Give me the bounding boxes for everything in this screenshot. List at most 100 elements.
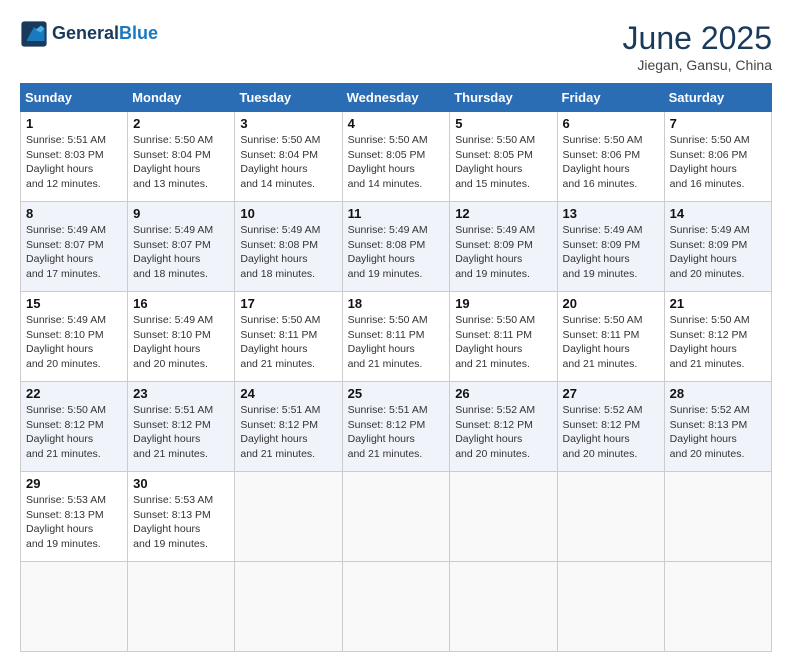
weekday-header-saturday: Saturday [664,84,771,112]
empty-day-cell [557,472,664,562]
calendar-day-cell: 8 Sunrise: 5:49 AM Sunset: 8:07 PM Dayli… [21,202,128,292]
day-number: 30 [133,476,229,491]
day-number: 15 [26,296,122,311]
calendar-day-cell: 21 Sunrise: 5:50 AM Sunset: 8:12 PM Dayl… [664,292,771,382]
calendar-week-row: 22 Sunrise: 5:50 AM Sunset: 8:12 PM Dayl… [21,382,772,472]
logo: GeneralBlue [20,20,158,48]
calendar-week-row: 15 Sunrise: 5:49 AM Sunset: 8:10 PM Dayl… [21,292,772,382]
day-number: 13 [563,206,659,221]
day-number: 2 [133,116,229,131]
logo-icon [20,20,48,48]
calendar-title-area: June 2025 Jiegan, Gansu, China [623,20,772,73]
empty-day-cell [557,562,664,652]
day-info: Sunrise: 5:51 AM Sunset: 8:12 PM Dayligh… [348,403,445,462]
day-info: Sunrise: 5:49 AM Sunset: 8:07 PM Dayligh… [133,223,229,282]
calendar-day-cell: 14 Sunrise: 5:49 AM Sunset: 8:09 PM Dayl… [664,202,771,292]
calendar-day-cell: 7 Sunrise: 5:50 AM Sunset: 8:06 PM Dayli… [664,112,771,202]
calendar-day-cell: 29 Sunrise: 5:53 AM Sunset: 8:13 PM Dayl… [21,472,128,562]
calendar-day-cell: 16 Sunrise: 5:49 AM Sunset: 8:10 PM Dayl… [128,292,235,382]
day-info: Sunrise: 5:50 AM Sunset: 8:11 PM Dayligh… [455,313,551,372]
day-info: Sunrise: 5:49 AM Sunset: 8:08 PM Dayligh… [348,223,445,282]
day-number: 6 [563,116,659,131]
day-number: 8 [26,206,122,221]
calendar-day-cell: 13 Sunrise: 5:49 AM Sunset: 8:09 PM Dayl… [557,202,664,292]
day-number: 25 [348,386,445,401]
day-number: 23 [133,386,229,401]
day-number: 1 [26,116,122,131]
empty-day-cell [342,472,450,562]
calendar-day-cell: 3 Sunrise: 5:50 AM Sunset: 8:04 PM Dayli… [235,112,342,202]
logo-text: GeneralBlue [52,24,158,44]
day-info: Sunrise: 5:50 AM Sunset: 8:11 PM Dayligh… [348,313,445,372]
day-number: 21 [670,296,766,311]
month-title: June 2025 [623,20,772,57]
calendar-day-cell: 28 Sunrise: 5:52 AM Sunset: 8:13 PM Dayl… [664,382,771,472]
calendar-table: SundayMondayTuesdayWednesdayThursdayFrid… [20,83,772,652]
day-number: 22 [26,386,122,401]
weekday-header-thursday: Thursday [450,84,557,112]
weekday-header-wednesday: Wednesday [342,84,450,112]
day-info: Sunrise: 5:49 AM Sunset: 8:10 PM Dayligh… [26,313,122,372]
calendar-week-row: 8 Sunrise: 5:49 AM Sunset: 8:07 PM Dayli… [21,202,772,292]
day-number: 27 [563,386,659,401]
weekday-header-friday: Friday [557,84,664,112]
empty-day-cell [664,472,771,562]
day-number: 10 [240,206,336,221]
empty-day-cell [342,562,450,652]
day-info: Sunrise: 5:50 AM Sunset: 8:06 PM Dayligh… [563,133,659,192]
calendar-day-cell: 20 Sunrise: 5:50 AM Sunset: 8:11 PM Dayl… [557,292,664,382]
calendar-day-cell: 24 Sunrise: 5:51 AM Sunset: 8:12 PM Dayl… [235,382,342,472]
day-info: Sunrise: 5:49 AM Sunset: 8:10 PM Dayligh… [133,313,229,372]
calendar-day-cell: 30 Sunrise: 5:53 AM Sunset: 8:13 PM Dayl… [128,472,235,562]
day-number: 29 [26,476,122,491]
day-number: 18 [348,296,445,311]
day-info: Sunrise: 5:50 AM Sunset: 8:04 PM Dayligh… [133,133,229,192]
empty-day-cell [235,472,342,562]
day-number: 26 [455,386,551,401]
day-info: Sunrise: 5:50 AM Sunset: 8:12 PM Dayligh… [670,313,766,372]
day-number: 28 [670,386,766,401]
calendar-day-cell: 4 Sunrise: 5:50 AM Sunset: 8:05 PM Dayli… [342,112,450,202]
day-number: 7 [670,116,766,131]
calendar-day-cell: 25 Sunrise: 5:51 AM Sunset: 8:12 PM Dayl… [342,382,450,472]
calendar-day-cell: 2 Sunrise: 5:50 AM Sunset: 8:04 PM Dayli… [128,112,235,202]
day-info: Sunrise: 5:51 AM Sunset: 8:03 PM Dayligh… [26,133,122,192]
day-number: 17 [240,296,336,311]
day-info: Sunrise: 5:53 AM Sunset: 8:13 PM Dayligh… [26,493,122,552]
day-number: 11 [348,206,445,221]
day-info: Sunrise: 5:50 AM Sunset: 8:11 PM Dayligh… [563,313,659,372]
calendar-week-row: 29 Sunrise: 5:53 AM Sunset: 8:13 PM Dayl… [21,472,772,562]
day-info: Sunrise: 5:52 AM Sunset: 8:12 PM Dayligh… [455,403,551,462]
empty-day-cell [450,472,557,562]
weekday-header-sunday: Sunday [21,84,128,112]
calendar-week-row: 1 Sunrise: 5:51 AM Sunset: 8:03 PM Dayli… [21,112,772,202]
day-info: Sunrise: 5:50 AM Sunset: 8:05 PM Dayligh… [348,133,445,192]
calendar-day-cell: 26 Sunrise: 5:52 AM Sunset: 8:12 PM Dayl… [450,382,557,472]
day-info: Sunrise: 5:53 AM Sunset: 8:13 PM Dayligh… [133,493,229,552]
day-number: 16 [133,296,229,311]
day-info: Sunrise: 5:50 AM Sunset: 8:12 PM Dayligh… [26,403,122,462]
empty-day-cell [664,562,771,652]
day-number: 5 [455,116,551,131]
location-subtitle: Jiegan, Gansu, China [623,57,772,73]
day-info: Sunrise: 5:50 AM Sunset: 8:06 PM Dayligh… [670,133,766,192]
empty-day-cell [128,562,235,652]
day-number: 3 [240,116,336,131]
calendar-day-cell: 9 Sunrise: 5:49 AM Sunset: 8:07 PM Dayli… [128,202,235,292]
calendar-day-cell: 15 Sunrise: 5:49 AM Sunset: 8:10 PM Dayl… [21,292,128,382]
empty-day-cell [450,562,557,652]
day-info: Sunrise: 5:50 AM Sunset: 8:11 PM Dayligh… [240,313,336,372]
day-info: Sunrise: 5:52 AM Sunset: 8:13 PM Dayligh… [670,403,766,462]
day-info: Sunrise: 5:49 AM Sunset: 8:09 PM Dayligh… [455,223,551,282]
day-info: Sunrise: 5:51 AM Sunset: 8:12 PM Dayligh… [133,403,229,462]
empty-day-cell [235,562,342,652]
calendar-day-cell: 27 Sunrise: 5:52 AM Sunset: 8:12 PM Dayl… [557,382,664,472]
day-info: Sunrise: 5:50 AM Sunset: 8:04 PM Dayligh… [240,133,336,192]
day-info: Sunrise: 5:49 AM Sunset: 8:08 PM Dayligh… [240,223,336,282]
day-info: Sunrise: 5:49 AM Sunset: 8:07 PM Dayligh… [26,223,122,282]
calendar-day-cell: 17 Sunrise: 5:50 AM Sunset: 8:11 PM Dayl… [235,292,342,382]
day-info: Sunrise: 5:50 AM Sunset: 8:05 PM Dayligh… [455,133,551,192]
weekday-header-tuesday: Tuesday [235,84,342,112]
weekday-header-monday: Monday [128,84,235,112]
day-info: Sunrise: 5:49 AM Sunset: 8:09 PM Dayligh… [670,223,766,282]
